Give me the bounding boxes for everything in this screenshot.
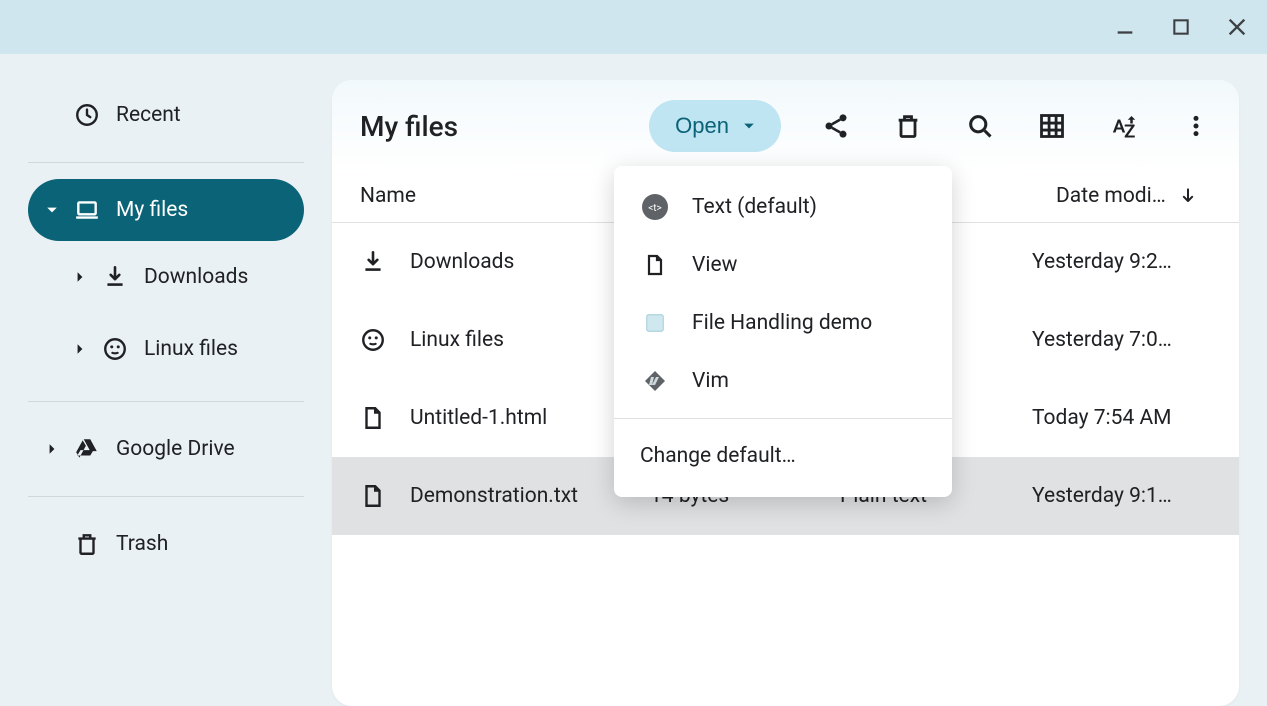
page-title: My files (360, 110, 458, 143)
share-icon[interactable] (821, 111, 851, 141)
svg-text:Z: Z (1124, 120, 1135, 142)
chevron-right-icon (74, 343, 86, 355)
sidebar-item-label: Trash (116, 532, 168, 556)
chevron-right-icon (46, 443, 58, 455)
sidebar-item-myfiles[interactable]: My files (28, 179, 304, 241)
file-date: Yesterday 7:0… (1032, 328, 1211, 352)
arrow-down-icon (1178, 186, 1198, 206)
column-date-modified[interactable]: Date modi… (1056, 184, 1211, 208)
vim-icon (640, 366, 670, 396)
file-date: Today 7:54 AM (1032, 406, 1211, 430)
chevron-down-icon (46, 204, 58, 216)
menu-item-label: File Handling demo (692, 311, 872, 335)
sort-icon[interactable]: AZ (1109, 111, 1139, 141)
delete-icon[interactable] (893, 111, 923, 141)
svg-text:<t>: <t> (648, 203, 662, 214)
column-name[interactable]: Name (360, 184, 650, 208)
linux-icon (360, 327, 410, 353)
sidebar-item-label: Linux files (144, 337, 238, 361)
file-icon (360, 405, 410, 431)
toolbar: AZ (821, 111, 1211, 141)
text-app-icon: <t> (640, 192, 670, 222)
file-date: Yesterday 9:2… (1032, 250, 1211, 274)
linux-icon (102, 336, 128, 362)
grid-view-icon[interactable] (1037, 111, 1067, 141)
open-button[interactable]: Open (649, 100, 781, 152)
menu-item-view[interactable]: View (614, 236, 952, 294)
minimize-button[interactable] (1113, 15, 1137, 39)
search-icon[interactable] (965, 111, 995, 141)
laptop-icon (74, 197, 100, 223)
window-titlebar (0, 0, 1267, 54)
sidebar-item-label: Downloads (144, 265, 248, 289)
file-icon (360, 483, 410, 509)
menu-item-label: Text (default) (692, 195, 817, 219)
menu-item-label: Vim (692, 369, 729, 393)
open-dropdown: <t> Text (default) View File Handling de… (614, 166, 952, 497)
sidebar-item-googledrive[interactable]: Google Drive (28, 418, 304, 480)
divider (28, 162, 304, 163)
sidebar-item-trash[interactable]: Trash (28, 513, 304, 575)
more-icon[interactable] (1181, 111, 1211, 141)
menu-item-text-default[interactable]: <t> Text (default) (614, 178, 952, 236)
sidebar-item-recent[interactable]: Recent (28, 84, 304, 146)
download-icon (360, 249, 410, 275)
divider (614, 418, 952, 419)
close-button[interactable] (1225, 15, 1249, 39)
chevron-right-icon (74, 271, 86, 283)
download-icon (102, 264, 128, 290)
sidebar-item-label: Recent (116, 103, 181, 127)
clock-icon (74, 102, 100, 128)
sidebar-item-label: Google Drive (116, 437, 235, 461)
menu-item-change-default[interactable]: Change default… (614, 427, 952, 485)
main-header: My files Open (332, 80, 1239, 172)
menu-item-file-handling[interactable]: File Handling demo (614, 294, 952, 352)
main-panel: My files Open (332, 80, 1239, 706)
menu-item-vim[interactable]: Vim (614, 352, 952, 410)
chevron-down-icon (743, 120, 755, 132)
file-icon (640, 250, 670, 280)
sidebar-item-linuxfiles[interactable]: Linux files (56, 313, 304, 385)
menu-item-label: Change default… (640, 444, 796, 468)
drive-icon (74, 436, 100, 462)
open-button-label: Open (675, 113, 729, 139)
sidebar-item-label: My files (116, 198, 188, 222)
sidebar-item-downloads[interactable]: Downloads (56, 241, 304, 313)
file-date: Yesterday 9:1… (1032, 484, 1211, 508)
sidebar: Recent My files (0, 54, 332, 706)
menu-item-label: View (692, 253, 737, 277)
divider (28, 496, 304, 497)
trash-icon (74, 531, 100, 557)
app-icon (640, 308, 670, 338)
maximize-button[interactable] (1169, 15, 1193, 39)
divider (28, 401, 304, 402)
